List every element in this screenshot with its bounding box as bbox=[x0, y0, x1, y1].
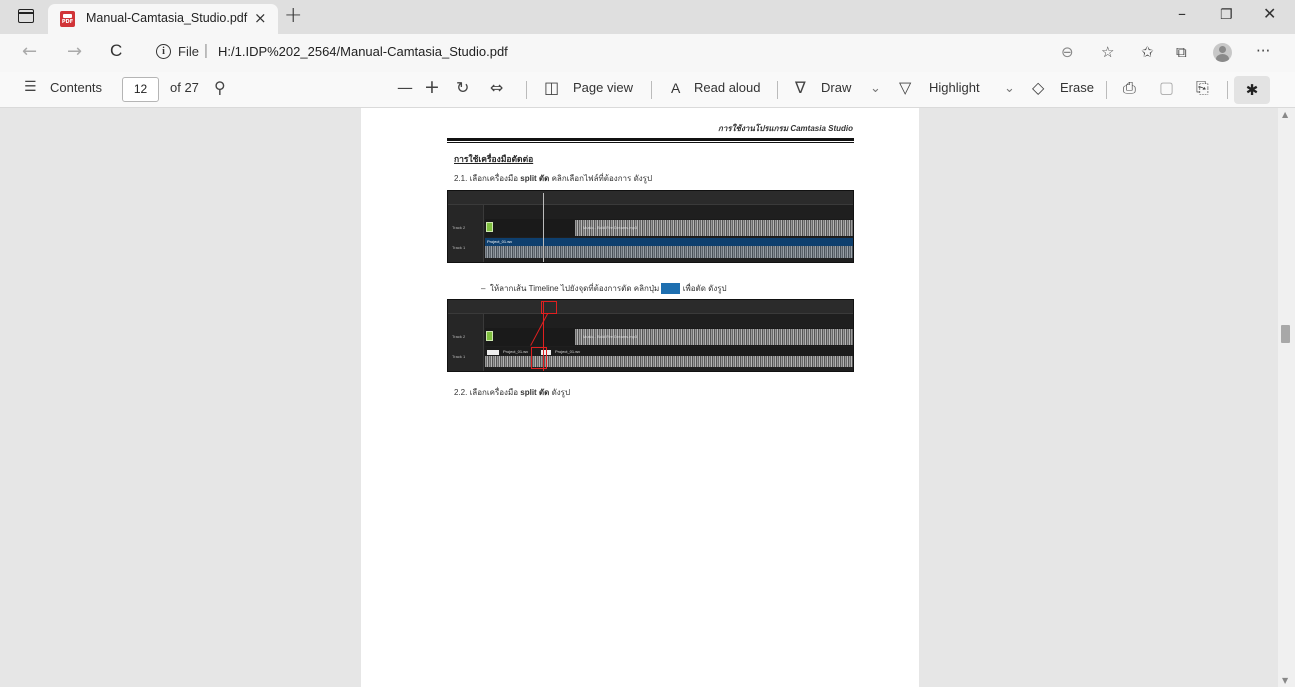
video-clip-label-split: Project_01.wv bbox=[555, 349, 581, 354]
fit-page-icon[interactable]: ⇔ bbox=[490, 78, 503, 97]
header-rule-thin bbox=[447, 142, 854, 143]
timeline-screenshot-2: Track 2 Track 1 Music - Bold Fire Dreams… bbox=[447, 299, 854, 372]
pdf-page: การใช้งานโปรแกรม Camtasia Studio การใช้เ… bbox=[361, 108, 919, 687]
refresh-icon[interactable]: C bbox=[110, 41, 122, 61]
image-clip bbox=[486, 331, 493, 341]
page-number-input[interactable]: 12 bbox=[122, 77, 159, 102]
timeline-track-headers: Track 2 Track 1 bbox=[448, 205, 484, 262]
rotate-icon[interactable]: ↻ bbox=[456, 78, 469, 97]
video-clip-label: Project_01.wv bbox=[487, 239, 513, 244]
track-1: Project_01.wv bbox=[485, 238, 853, 258]
more-menu-icon[interactable]: ··· bbox=[1256, 42, 1270, 60]
pin-toolbar-icon[interactable]: ✱ bbox=[1234, 76, 1270, 104]
pdf-file-icon: PDF bbox=[60, 11, 75, 27]
tab-actions-menu-icon[interactable] bbox=[18, 9, 34, 23]
timeline-track-headers: Track 2 Track 1 bbox=[448, 314, 484, 371]
read-aloud-button[interactable]: Read aloud bbox=[694, 80, 761, 95]
highlight-icon[interactable]: ▽ bbox=[899, 78, 911, 97]
track-2: Music - Bold Fire Dreams.mp3 bbox=[485, 219, 853, 237]
track-2: Music - Bold Fire Dreams.mp3 bbox=[485, 328, 853, 346]
section-heading: การใช้เครื่องมือตัดต่อ bbox=[454, 154, 534, 164]
address-field[interactable]: i File | H:/1.IDP%202_2564/Manual-Camtas… bbox=[148, 38, 1048, 66]
restore-icon[interactable]: ❐ bbox=[1220, 7, 1233, 23]
new-tab-button[interactable]: + bbox=[284, 3, 302, 28]
page-view-icon[interactable]: ◫ bbox=[544, 78, 559, 97]
contents-button[interactable]: Contents bbox=[50, 80, 102, 95]
file-scheme-label: File bbox=[178, 44, 199, 59]
timeline-screenshot-1: Track 2 Track 1 Music - Bold Fire Dreams… bbox=[447, 190, 854, 263]
tab-close-icon[interactable]: × bbox=[254, 9, 267, 27]
track-2-label: Track 2 bbox=[452, 225, 466, 230]
step-2-1-text: 2.1. เลือกเครื่องมือ split ตัด คลิกเลือก… bbox=[454, 174, 653, 183]
toolbar-divider bbox=[777, 81, 778, 99]
draw-button[interactable]: Draw bbox=[821, 80, 851, 95]
print-icon[interactable]: ⎙ bbox=[1123, 78, 1136, 98]
zoom-out-button[interactable]: — bbox=[397, 78, 413, 97]
audio-clip-label: Music - Bold Fire Dreams.mp3 bbox=[583, 225, 638, 230]
split-button-image bbox=[661, 283, 681, 295]
toolbar-divider bbox=[1106, 81, 1107, 99]
site-info-icon[interactable]: i bbox=[156, 44, 171, 59]
minimize-icon[interactable]: – bbox=[1178, 4, 1186, 23]
step-2-2-text: 2.2. เลือกเครื่องมือ split ตัด ดังรูป bbox=[454, 388, 571, 397]
add-favorite-icon[interactable]: ☆ bbox=[1101, 43, 1114, 61]
highlight-button[interactable]: Highlight bbox=[929, 80, 980, 95]
cut-point-highlight bbox=[531, 347, 547, 369]
address-separator: | bbox=[204, 42, 208, 59]
timeline-toolbar bbox=[448, 300, 853, 314]
draw-icon[interactable]: ∇ bbox=[795, 78, 806, 97]
running-header: การใช้งานโปรแกรม Camtasia Studio bbox=[718, 124, 853, 133]
tab-title: Manual-Camtasia_Studio.pdf bbox=[86, 11, 248, 25]
scroll-up-icon[interactable]: ▲ bbox=[1282, 110, 1288, 119]
draw-dropdown-icon[interactable]: ⌄ bbox=[870, 80, 881, 96]
collections-icon[interactable]: ⧉ bbox=[1176, 43, 1187, 61]
split-button-highlight bbox=[541, 301, 557, 314]
zoom-icon[interactable]: ⊖ bbox=[1061, 43, 1074, 61]
search-icon[interactable]: ⚲ bbox=[214, 78, 226, 97]
pdf-toolbar: ☰ Contents 12 of 27 ⚲ — + ↻ ⇔ ◫ Page vie… bbox=[0, 72, 1295, 108]
profile-avatar[interactable] bbox=[1213, 43, 1232, 62]
address-bar-row: ← → C i File | H:/1.IDP%202_2564/Manual-… bbox=[0, 34, 1295, 72]
erase-button[interactable]: Erase bbox=[1060, 80, 1094, 95]
image-clip bbox=[486, 222, 493, 232]
page-view-button[interactable]: Page view bbox=[573, 80, 633, 95]
toolbar-divider bbox=[526, 81, 527, 99]
favorites-icon[interactable]: ✩ bbox=[1141, 43, 1154, 61]
header-rule bbox=[447, 138, 854, 141]
zoom-in-button[interactable]: + bbox=[424, 76, 440, 98]
highlight-dropdown-icon[interactable]: ⌄ bbox=[1004, 80, 1015, 96]
forward-icon[interactable]: → bbox=[67, 41, 82, 62]
track-1-label: Track 1 bbox=[452, 354, 466, 359]
contents-icon[interactable]: ☰ bbox=[24, 79, 37, 95]
toolbar-divider bbox=[651, 81, 652, 99]
video-waveform bbox=[485, 246, 853, 258]
audio-clip-label: Music - Bold Fire Dreams.mp3 bbox=[583, 334, 638, 339]
toolbar-divider bbox=[1227, 81, 1228, 99]
tab-strip: PDF Manual-Camtasia_Studio.pdf × + – ❐ ✕ bbox=[0, 0, 1295, 34]
vertical-scrollbar[interactable]: ▲ ▼ bbox=[1278, 108, 1295, 687]
read-aloud-icon[interactable]: A bbox=[671, 80, 680, 96]
track-1-label: Track 1 bbox=[452, 245, 466, 250]
bullet-text: – ให้ลากเส้น Timeline ไปยังจุดที่ต้องการ… bbox=[481, 283, 727, 295]
scrollbar-thumb[interactable] bbox=[1281, 325, 1290, 343]
url-text[interactable]: H:/1.IDP%202_2564/Manual-Camtasia_Studio… bbox=[218, 44, 508, 59]
erase-icon[interactable]: ◇ bbox=[1032, 78, 1044, 97]
page-total-label: of 27 bbox=[170, 80, 199, 95]
pdf-viewer[interactable]: การใช้งานโปรแกรม Camtasia Studio การใช้เ… bbox=[0, 108, 1278, 687]
save-icon[interactable]: ▢ bbox=[1159, 78, 1174, 97]
close-window-icon[interactable]: ✕ bbox=[1263, 4, 1276, 23]
clip-thumbnail bbox=[487, 350, 499, 355]
back-icon[interactable]: ← bbox=[22, 41, 37, 62]
track-2-label: Track 2 bbox=[452, 334, 466, 339]
timeline-playhead bbox=[543, 193, 544, 262]
timeline-toolbar bbox=[448, 191, 853, 205]
tab-active[interactable]: PDF Manual-Camtasia_Studio.pdf × bbox=[48, 4, 278, 34]
video-clip-label: Project_01.wv bbox=[503, 349, 529, 354]
save-as-icon[interactable]: ⎘ bbox=[1196, 78, 1209, 98]
scroll-down-icon[interactable]: ▼ bbox=[1282, 676, 1288, 685]
